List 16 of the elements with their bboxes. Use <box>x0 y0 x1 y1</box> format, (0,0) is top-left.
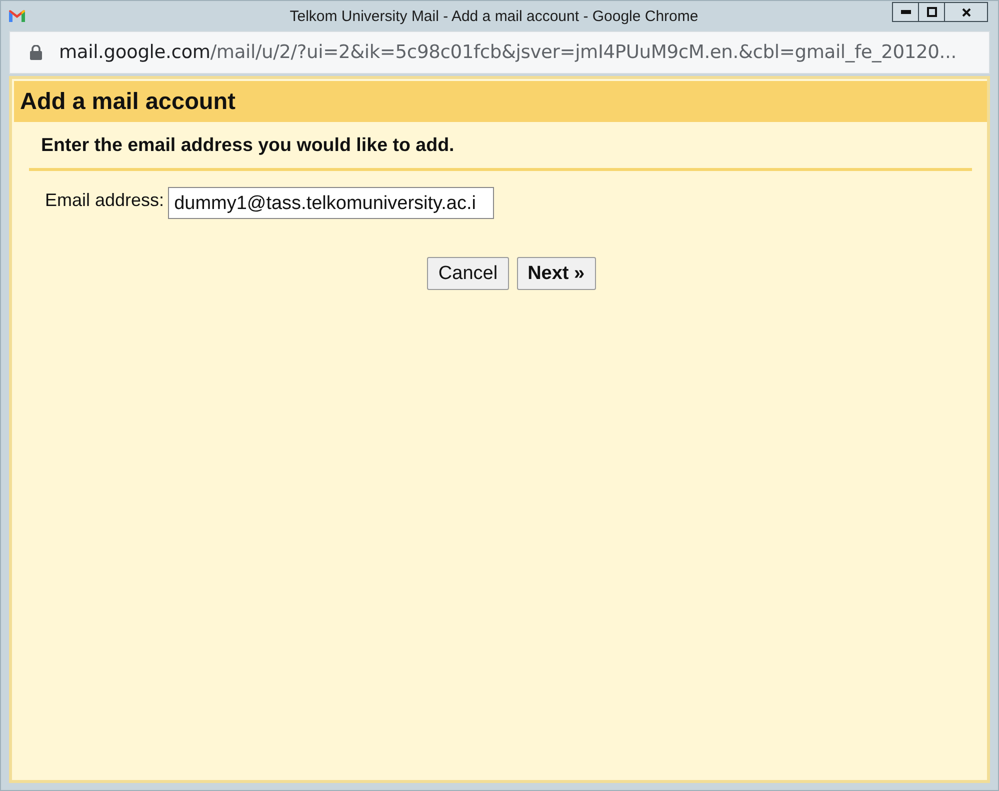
cancel-button[interactable]: Cancel <box>427 257 509 290</box>
maximize-button[interactable] <box>918 2 945 22</box>
close-icon <box>962 8 970 16</box>
instruction-text: Enter the email address you would like to add. <box>40 134 456 156</box>
window-title: Telkom University Mail - Add a mail account - Google Chrome <box>288 8 700 24</box>
lock-icon <box>30 45 42 60</box>
email-input-field[interactable]: dummy1@tass.telkomuniversity.ac.i <box>168 187 494 219</box>
dialog-title: Add a mail account <box>14 81 987 122</box>
close-button[interactable] <box>944 2 988 22</box>
address-bar[interactable]: mail.google.com/mail/u/2/?ui=2&ik=5c98c01fcb&jsver=jmI4PUuM9cM.en.&cbl=gmail_fe_20120... <box>9 31 990 74</box>
field-label: Email address: <box>45 190 164 210</box>
m-logo-icon <box>9 10 25 22</box>
minimize-button[interactable] <box>892 2 919 22</box>
maximize-icon <box>926 7 936 17</box>
minimize-icon <box>900 10 910 14</box>
next-button[interactable]: Next » <box>516 257 596 290</box>
